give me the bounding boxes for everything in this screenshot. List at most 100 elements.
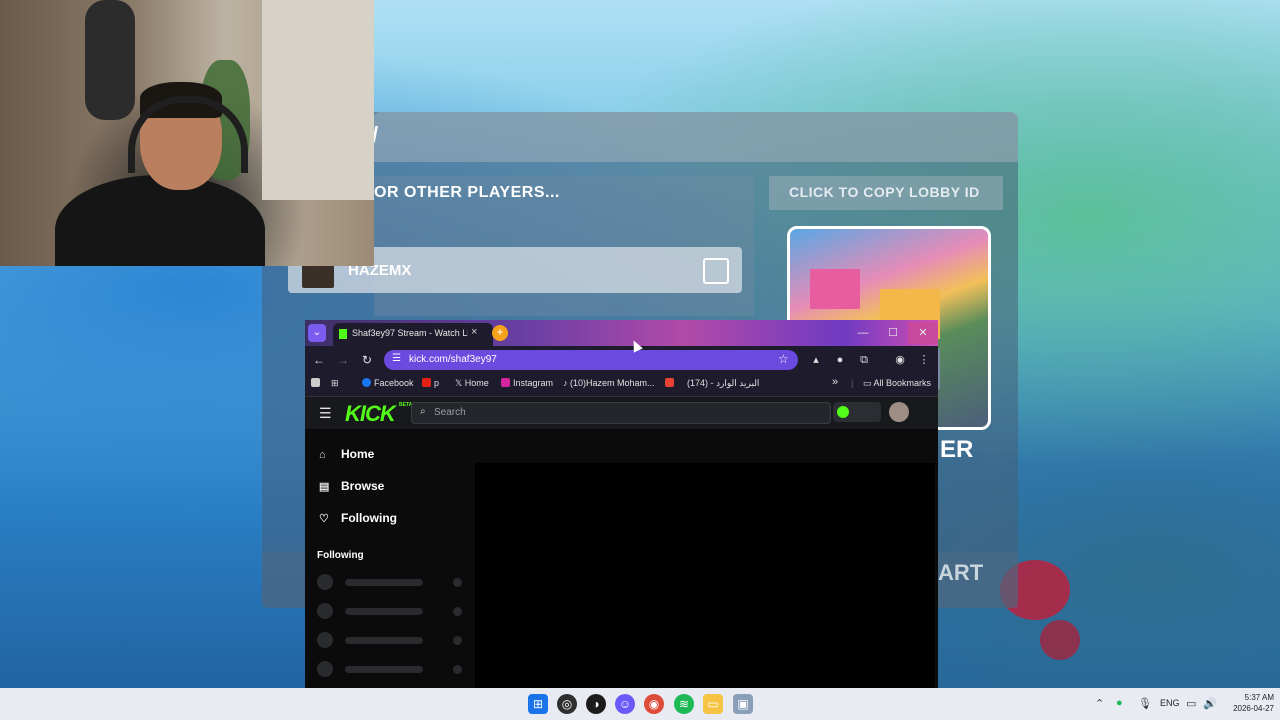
bookmark-youtube[interactable]: p bbox=[422, 378, 439, 388]
new-tab-button[interactable]: + bbox=[492, 325, 508, 341]
bookmark-label: Facebook bbox=[374, 378, 414, 388]
browser-tab[interactable]: Shaf3ey97 Stream - Watch Live × bbox=[333, 323, 493, 346]
kick-favicon-icon bbox=[339, 329, 347, 339]
kick-sidebar: ⌂ Home ▤ Browse ♡ Following Following bbox=[305, 429, 471, 688]
sidebar-item-label: Browse bbox=[341, 479, 385, 493]
webcam-mannequin bbox=[85, 0, 135, 120]
close-icon[interactable]: ✕ bbox=[908, 322, 938, 344]
sidebar-item-following[interactable]: ♡ Following bbox=[319, 511, 397, 531]
app-icon[interactable]: ◑ bbox=[586, 694, 606, 714]
all-bookmarks-label: All Bookmarks bbox=[873, 378, 932, 388]
x-icon: 𝕏 bbox=[455, 378, 465, 388]
webcam-overlay bbox=[0, 0, 374, 266]
tab-close-icon[interactable]: × bbox=[471, 326, 477, 338]
bookmark-tiktok[interactable]: ♪ (10)Hazem Moham... bbox=[563, 378, 655, 388]
discord-icon[interactable]: ☺ bbox=[615, 694, 635, 714]
tray-app-icon[interactable]: ● bbox=[1116, 697, 1123, 709]
reload-icon[interactable]: ↻ bbox=[359, 352, 375, 368]
loading-placeholder-row bbox=[317, 661, 467, 677]
loading-placeholder-row bbox=[317, 632, 467, 648]
language-indicator[interactable]: ENG bbox=[1160, 698, 1180, 708]
kick-logo[interactable]: KICK bbox=[345, 401, 396, 427]
bookmark-facebook[interactable]: Facebook bbox=[362, 378, 414, 388]
heart-icon: ♡ bbox=[319, 513, 329, 525]
maximize-icon[interactable]: ☐ bbox=[878, 322, 908, 344]
main-content-loading bbox=[475, 463, 935, 688]
loading-dot-placeholder bbox=[453, 578, 462, 587]
all-bookmarks[interactable]: ▭ All Bookmarks bbox=[863, 378, 931, 389]
loading-avatar-placeholder bbox=[317, 574, 333, 590]
gmail-icon bbox=[665, 378, 674, 387]
lobby-header bbox=[374, 112, 1018, 162]
bookmark-label: p bbox=[434, 378, 440, 388]
app-icon[interactable]: ◎ bbox=[557, 694, 577, 714]
sidebar-item-browse[interactable]: ▤ Browse bbox=[319, 479, 384, 499]
bookmark-star-icon[interactable]: ☆ bbox=[778, 352, 789, 366]
sidebar-item-label: Following bbox=[341, 511, 397, 525]
address-bar[interactable]: ☰ kick.com/shaf3ey97 ☆ bbox=[384, 350, 798, 370]
tiktok-icon: ♪ bbox=[563, 378, 571, 388]
youtube-icon bbox=[422, 378, 431, 387]
app-icon[interactable]: ▣ bbox=[733, 694, 753, 714]
minimize-icon[interactable]: — bbox=[848, 322, 878, 344]
hamburger-menu-icon[interactable]: ☰ bbox=[319, 405, 332, 422]
browse-icon: ▤ bbox=[319, 481, 330, 493]
network-icon[interactable]: ▭ bbox=[1186, 697, 1196, 710]
invite-players-title: OR OTHER PLAYERS... bbox=[374, 184, 560, 201]
chevron-up-icon[interactable]: ⌃ bbox=[1095, 697, 1104, 710]
bookmark-gmail[interactable]: (174) - البريد الوارد bbox=[665, 378, 759, 389]
copy-lobby-id-button[interactable]: CLICK TO COPY LOBBY ID bbox=[789, 184, 980, 200]
bookmark-label: (174) - البريد الوارد bbox=[687, 378, 760, 388]
loading-avatar-placeholder bbox=[317, 632, 333, 648]
extension-icon[interactable]: ▴ bbox=[809, 353, 823, 367]
start-button[interactable]: ART bbox=[938, 560, 983, 586]
loading-text-placeholder bbox=[345, 637, 423, 644]
microphone-icon[interactable]: 🎙 bbox=[1138, 697, 1152, 710]
profile-avatar[interactable]: ◉ bbox=[893, 353, 907, 367]
loading-avatar-placeholder bbox=[317, 661, 333, 677]
player-select-checkbox[interactable] bbox=[703, 258, 729, 284]
search-input[interactable]: ⌕ Search bbox=[411, 402, 831, 424]
volume-icon[interactable]: 🔊 bbox=[1203, 697, 1217, 710]
loading-placeholder-row bbox=[317, 574, 467, 590]
clock-time[interactable]: 5:37 AM bbox=[1238, 693, 1274, 702]
back-icon[interactable]: ← bbox=[311, 352, 327, 368]
bookmark-label: Instagram bbox=[513, 378, 554, 388]
site-info-icon[interactable]: ☰ bbox=[392, 353, 404, 365]
webcam-door bbox=[262, 0, 374, 200]
bookmark-label: (10)Hazem Moham... bbox=[570, 378, 655, 388]
spotify-icon[interactable]: ≋ bbox=[674, 694, 694, 714]
sidebar-item-home[interactable]: ⌂ Home bbox=[319, 447, 374, 467]
chrome-icon[interactable]: ◉ bbox=[644, 694, 664, 714]
bookmark-x[interactable]: 𝕏 Home bbox=[455, 378, 489, 389]
tab-search-icon[interactable]: ⌄ bbox=[308, 324, 326, 342]
start-menu-icon[interactable]: ⊞ bbox=[528, 694, 548, 714]
sidebar-item-label: Home bbox=[341, 447, 375, 461]
loading-text-placeholder bbox=[345, 666, 423, 673]
toggle-knob bbox=[837, 406, 849, 418]
forward-icon[interactable]: → bbox=[335, 352, 351, 368]
instagram-icon bbox=[501, 378, 510, 387]
loading-dot-placeholder bbox=[453, 607, 462, 616]
apps-icon[interactable] bbox=[311, 378, 323, 388]
home-icon: ⌂ bbox=[319, 449, 326, 461]
bookmark-instagram[interactable]: Instagram bbox=[501, 378, 553, 388]
taskbar: ⊞ ◎ ◑ ☺ ◉ ≋ ▭ ▣ ⌃ ● 🎙 ENG ▭ 🔊 5:37 AM 20… bbox=[0, 688, 1280, 720]
file-explorer-icon[interactable]: ▭ bbox=[703, 694, 723, 714]
tab-title: Shaf3ey97 Stream - Watch Live bbox=[352, 328, 468, 338]
loading-placeholder-row bbox=[317, 603, 467, 619]
tab-strip: ⌄ Shaf3ey97 Stream - Watch Live × + — ☐ … bbox=[305, 320, 938, 346]
clock-date[interactable]: 2026-04-27 bbox=[1226, 704, 1274, 713]
search-icon: ⌕ bbox=[420, 406, 426, 417]
grid-icon[interactable]: ⊞ bbox=[331, 378, 339, 389]
more-bookmarks-icon[interactable]: » bbox=[832, 376, 838, 388]
loading-text-placeholder bbox=[345, 579, 423, 586]
loading-dot-placeholder bbox=[453, 636, 462, 645]
theme-toggle[interactable] bbox=[833, 402, 881, 422]
record-icon[interactable]: ● bbox=[833, 353, 847, 367]
browser-menu-icon[interactable]: ⋮ bbox=[917, 353, 931, 367]
extensions-puzzle-icon[interactable]: ⧉ bbox=[857, 353, 871, 367]
following-section-title: Following bbox=[317, 550, 364, 561]
facebook-icon bbox=[362, 378, 371, 387]
user-avatar[interactable] bbox=[889, 402, 909, 422]
